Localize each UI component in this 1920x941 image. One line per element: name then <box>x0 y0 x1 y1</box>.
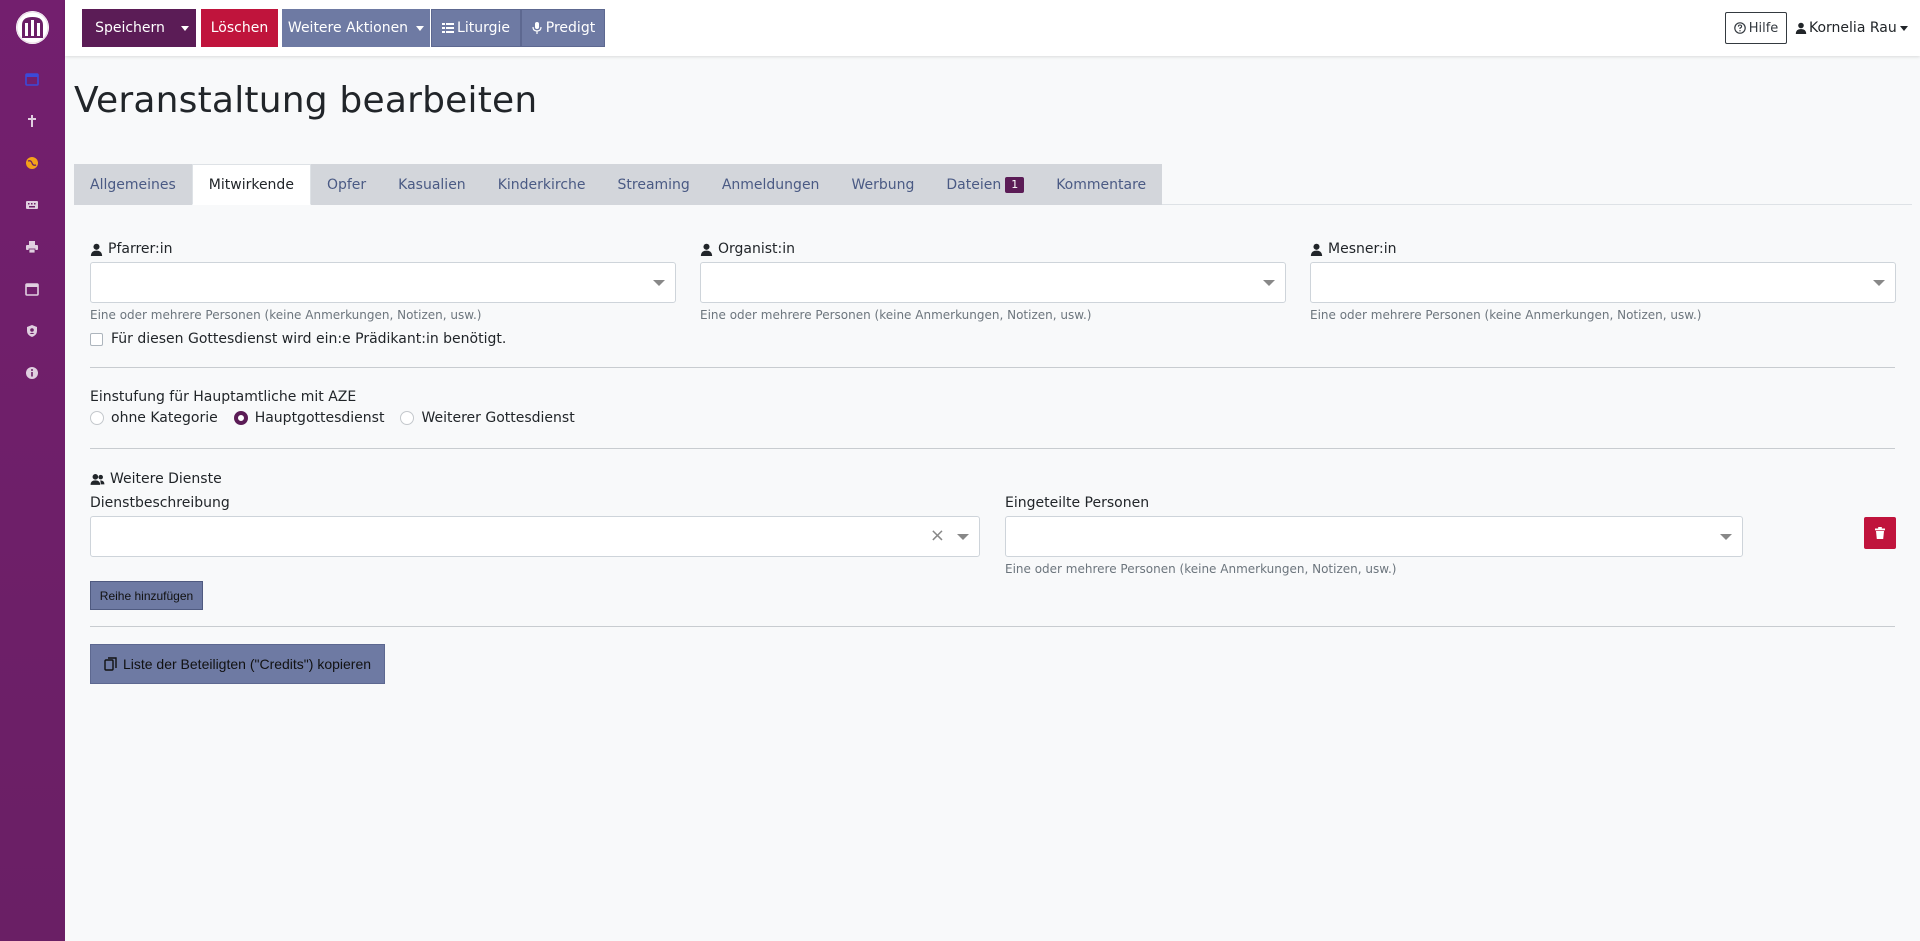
praedikant-checkbox[interactable] <box>90 332 103 346</box>
einstufung-label: Einstufung für Hauptamtliche mit AZE <box>90 389 357 405</box>
radio-button[interactable] <box>400 411 415 425</box>
tab-mitwirkende[interactable]: Mitwirkende <box>191 164 311 205</box>
copy-icon <box>104 657 117 671</box>
user-menu[interactable]: Kornelia Rau <box>1795 12 1908 44</box>
organist-label: Organist:in <box>700 241 795 257</box>
printer-icon[interactable] <box>23 238 41 256</box>
organist-help: Eine oder mehrere Personen (keine Anmerk… <box>700 308 1092 322</box>
chevron-down-icon <box>653 280 665 286</box>
chevron-down-icon <box>416 25 425 31</box>
question-circle-icon <box>1733 22 1746 34</box>
tab-dateien[interactable]: Dateien 1 <box>930 164 1041 205</box>
trash-icon <box>1875 527 1885 539</box>
tab-kasualien[interactable]: Kasualien <box>382 164 482 205</box>
eingeteilte-label: Eingeteilte Personen <box>1005 495 1150 511</box>
page-title: Veranstaltung bearbeiten <box>74 80 538 121</box>
delete-row-button[interactable] <box>1864 517 1896 549</box>
save-dropdown-toggle[interactable] <box>173 9 196 47</box>
calendar-icon[interactable] <box>23 70 41 88</box>
list-icon <box>442 23 455 33</box>
liturgy-button[interactable]: Liturgie <box>431 9 521 47</box>
help-button[interactable]: Hilfe <box>1725 12 1787 44</box>
copy-credits-button[interactable]: Liste der Beteiligten ("Credits") kopier… <box>90 644 385 684</box>
top-toolbar: Speichern Löschen Weitere Aktionen Litur… <box>65 0 1920 56</box>
divider <box>90 626 1895 627</box>
keyboard-icon[interactable] <box>23 196 41 214</box>
user-icon <box>90 243 103 256</box>
radio-button-checked[interactable] <box>233 411 248 425</box>
globe-icon[interactable] <box>23 154 41 172</box>
dienstbeschreibung-label: Dienstbeschreibung <box>90 495 230 511</box>
tab-kommentare[interactable]: Kommentare <box>1040 164 1163 205</box>
cross-icon[interactable] <box>23 112 41 130</box>
pfarrer-help: Eine oder mehrere Personen (keine Anmerk… <box>90 308 482 322</box>
chevron-down-icon <box>957 534 969 540</box>
eingeteilte-select[interactable] <box>1005 516 1743 557</box>
user-icon <box>700 243 713 256</box>
chevron-down-icon <box>1263 280 1275 286</box>
delete-button[interactable]: Löschen <box>201 9 278 47</box>
calendar-icon[interactable] <box>23 280 41 298</box>
mesner-help: Eine oder mehrere Personen (keine Anmerk… <box>1310 308 1702 322</box>
radio-weiterer-gottesdienst[interactable]: Weiterer Gottesdienst <box>400 410 575 426</box>
eingeteilte-help: Eine oder mehrere Personen (keine Anmerk… <box>1005 562 1397 576</box>
chevron-down-icon <box>180 25 189 31</box>
organist-select[interactable] <box>700 262 1286 303</box>
user-icon <box>1795 22 1807 34</box>
tab-streaming[interactable]: Streaming <box>601 164 706 205</box>
user-icon <box>1310 243 1323 256</box>
sermon-button[interactable]: Predigt <box>521 9 605 47</box>
einstufung-radio-group: ohne Kategorie Hauptgottesdienst Weitere… <box>90 410 591 426</box>
mesner-label: Mesner:in <box>1310 241 1396 257</box>
tab-kinderkirche[interactable]: Kinderkirche <box>481 164 602 205</box>
count-badge: 1 <box>1005 176 1025 193</box>
pfarrer-label: Pfarrer:in <box>90 241 173 257</box>
chevron-down-icon <box>1899 25 1908 31</box>
radio-button[interactable] <box>90 411 104 425</box>
user-shield-icon[interactable] <box>23 322 41 340</box>
tab-bar: Allgemeines Mitwirkende Opfer Kasualien … <box>74 164 1163 205</box>
chevron-down-icon <box>1720 534 1732 540</box>
dienstbeschreibung-select[interactable]: × <box>90 516 980 557</box>
radio-hauptgottesdienst[interactable]: Hauptgottesdienst <box>233 410 384 426</box>
mesner-select[interactable] <box>1310 262 1896 303</box>
divider <box>90 367 1895 368</box>
info-icon[interactable] <box>23 364 41 382</box>
radio-ohne-kategorie[interactable]: ohne Kategorie <box>90 410 218 426</box>
church-logo[interactable] <box>16 11 49 44</box>
more-actions-button[interactable]: Weitere Aktionen <box>282 9 430 47</box>
praedikant-checkbox-row[interactable]: Für diesen Gottesdienst wird ein:e Prädi… <box>90 331 506 347</box>
add-row-button[interactable]: Reihe hinzufügen <box>90 581 203 610</box>
chevron-down-icon <box>1873 280 1885 286</box>
tab-allgemeines[interactable]: Allgemeines <box>74 164 192 205</box>
users-icon <box>90 473 105 485</box>
sidebar <box>0 0 65 941</box>
divider <box>90 448 1895 449</box>
microphone-icon <box>532 22 542 34</box>
tab-opfer[interactable]: Opfer <box>310 164 383 205</box>
pfarrer-select[interactable] <box>90 262 676 303</box>
tab-werbung[interactable]: Werbung <box>835 164 931 205</box>
weitere-dienste-label: Weitere Dienste <box>90 471 222 487</box>
tab-anmeldungen[interactable]: Anmeldungen <box>705 164 836 205</box>
clear-icon[interactable]: × <box>930 527 945 545</box>
